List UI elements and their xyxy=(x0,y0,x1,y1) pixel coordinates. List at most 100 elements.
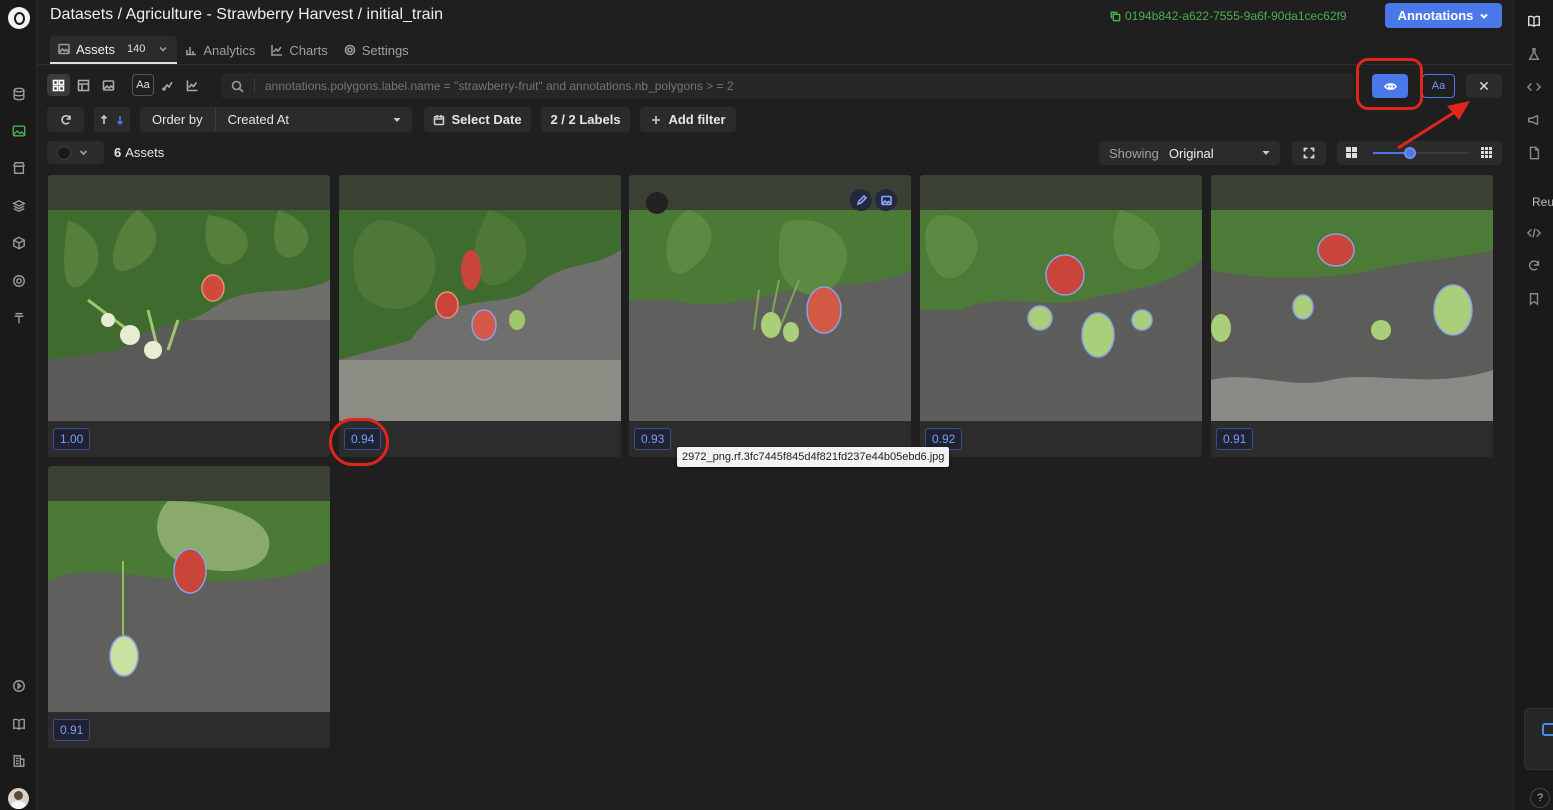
copy-icon[interactable] xyxy=(1110,11,1121,22)
card-select-checkbox[interactable] xyxy=(646,192,668,214)
select-date-button[interactable]: Select Date xyxy=(424,107,531,132)
chevron-down-icon[interactable] xyxy=(157,43,169,55)
expand-icon xyxy=(1303,147,1315,159)
asset-thumbnail xyxy=(48,210,330,421)
settings-cog-icon[interactable] xyxy=(11,273,26,288)
pencil-icon xyxy=(856,194,867,205)
scatter-view-button[interactable] xyxy=(156,74,179,96)
sort-direction-button[interactable] xyxy=(94,107,130,132)
chart-view-button[interactable] xyxy=(181,74,204,96)
labels-filter-button[interactable]: 2 / 2 Labels xyxy=(541,107,630,132)
score-badge: 0.93 xyxy=(634,428,672,450)
image-view-button[interactable] xyxy=(97,74,120,96)
query-search-bar xyxy=(221,73,1354,99)
docs-book-icon[interactable] xyxy=(1527,14,1542,29)
asset-card[interactable]: 1.00 xyxy=(48,175,330,457)
order-by-select[interactable]: Order by Created At xyxy=(140,107,412,132)
refresh-icon[interactable] xyxy=(1527,259,1542,274)
table-view-button[interactable] xyxy=(72,74,95,96)
flask-icon[interactable] xyxy=(1527,47,1542,62)
card-header-blur xyxy=(339,175,621,210)
fullscreen-button[interactable] xyxy=(1292,141,1326,165)
asset-card[interactable]: 0.94 xyxy=(339,175,621,457)
search-input[interactable] xyxy=(265,79,1265,93)
image-icon xyxy=(102,79,115,91)
code-icon[interactable] xyxy=(1526,80,1542,95)
line-chart-icon xyxy=(186,80,198,91)
grid-view-button[interactable] xyxy=(47,74,70,96)
code-slash-icon[interactable] xyxy=(1526,226,1542,241)
deploy-icon[interactable] xyxy=(11,310,26,325)
organization-icon[interactable] xyxy=(11,753,26,768)
tab-charts-label: Charts xyxy=(289,42,328,58)
search-divider xyxy=(254,78,255,94)
slider-thumb[interactable] xyxy=(1404,147,1417,159)
asset-thumbnail xyxy=(339,210,621,421)
select-all-checkbox[interactable] xyxy=(47,141,104,164)
card-footer xyxy=(920,421,1202,457)
asset-card[interactable]: 0.91 xyxy=(1211,175,1493,457)
large-grid-icon[interactable] xyxy=(1345,146,1359,160)
bookmark-icon[interactable] xyxy=(1527,292,1542,307)
document-icon[interactable] xyxy=(1527,146,1542,161)
tab-divider xyxy=(37,64,1513,65)
card-footer xyxy=(48,712,330,748)
chat-widget-button[interactable] xyxy=(1524,708,1553,770)
image-icon xyxy=(58,43,70,55)
text-query-toggle[interactable]: Aa xyxy=(1422,74,1455,98)
tab-analytics[interactable]: Analytics xyxy=(177,36,263,64)
chevron-down-icon xyxy=(1480,13,1489,19)
refresh-icon xyxy=(60,114,71,125)
add-filter-label: Add filter xyxy=(668,112,726,127)
tab-charts[interactable]: Charts xyxy=(263,36,335,64)
image-icon[interactable] xyxy=(11,123,26,138)
open-image-button[interactable] xyxy=(875,189,897,211)
annotations-dropdown-button[interactable]: Annotations xyxy=(1385,3,1502,28)
card-header-blur xyxy=(48,175,330,210)
text-search-toggle[interactable]: Aa xyxy=(132,74,154,96)
right-panel-heading: Reu xyxy=(1532,195,1553,209)
assets-count-label: Assets xyxy=(125,145,165,160)
select-all-circle xyxy=(57,145,71,160)
gear-icon xyxy=(344,44,356,56)
dataset-id[interactable]: 0194b842-a622-7555-9a6f-90da1cec62f9 xyxy=(1110,9,1347,23)
app-window: Datasets / Agriculture - Strawberry Harv… xyxy=(0,0,1553,810)
line-chart-icon xyxy=(271,45,283,56)
assets-count: 6 Assets xyxy=(114,145,164,160)
edit-annotation-button[interactable] xyxy=(850,189,872,211)
asset-card[interactable]: 0.92 xyxy=(920,175,1202,457)
tab-assets[interactable]: Assets 140 xyxy=(50,36,178,64)
scatter-icon xyxy=(162,81,173,91)
add-filter-button[interactable]: Add filter xyxy=(640,107,736,132)
breadcrumb[interactable]: Datasets / Agriculture - Strawberry Harv… xyxy=(50,6,443,24)
storefront-icon[interactable] xyxy=(11,160,26,175)
help-button[interactable]: ? xyxy=(1530,788,1550,808)
asset-card[interactable]: 0.91 xyxy=(48,466,330,748)
thumbnail-size-slider[interactable] xyxy=(1373,147,1469,159)
highlight-circle-score xyxy=(329,418,389,466)
image-icon xyxy=(880,195,892,205)
app-logo[interactable] xyxy=(8,7,30,29)
tab-assets-label: Assets xyxy=(76,41,116,57)
user-avatar[interactable] xyxy=(8,788,29,809)
dataset-id-text: 0194b842-a622-7555-9a6f-90da1cec62f9 xyxy=(1125,9,1347,23)
play-circle-icon[interactable] xyxy=(11,678,26,693)
search-icon xyxy=(231,80,244,93)
small-grid-icon[interactable] xyxy=(1480,146,1494,160)
bar-chart-icon xyxy=(186,47,197,56)
showing-select[interactable]: Showing Original xyxy=(1099,141,1280,165)
database-icon[interactable] xyxy=(11,86,26,101)
table-icon xyxy=(77,79,90,91)
tab-settings[interactable]: Settings xyxy=(336,36,417,64)
assets-count-number: 6 xyxy=(114,145,122,160)
docs-book-icon[interactable] xyxy=(11,716,26,731)
clear-search-button[interactable]: ✕ xyxy=(1466,74,1502,98)
card-header-blur xyxy=(48,466,330,501)
megaphone-icon[interactable] xyxy=(1527,113,1542,128)
asset-thumbnail xyxy=(48,501,330,712)
layers-icon[interactable] xyxy=(11,198,26,213)
refresh-button[interactable] xyxy=(47,107,84,132)
asset-card[interactable]: 0.93 xyxy=(629,175,911,457)
cube-icon[interactable] xyxy=(11,235,26,250)
calendar-icon xyxy=(434,114,445,125)
